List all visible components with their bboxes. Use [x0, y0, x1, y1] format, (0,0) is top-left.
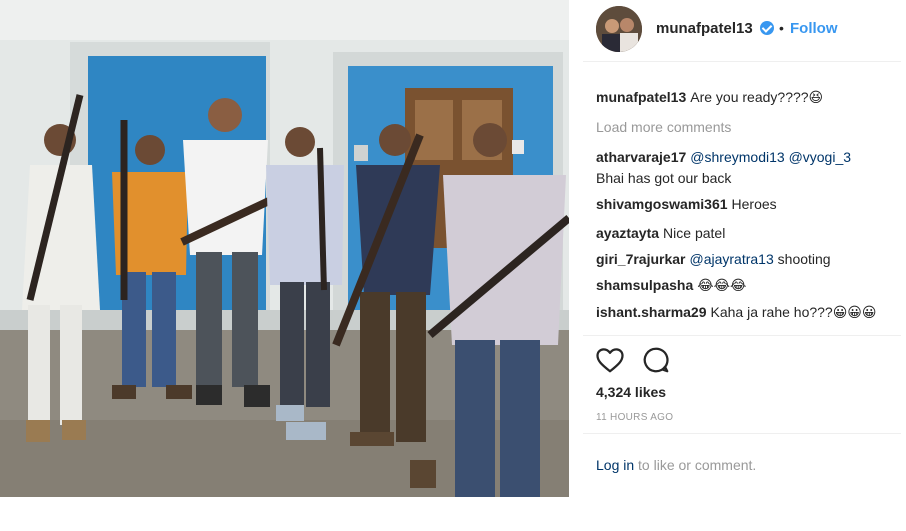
separator-dot: • — [779, 20, 784, 36]
comment-username[interactable]: shivamgoswami361 — [596, 196, 728, 212]
divider — [583, 335, 901, 336]
header-username[interactable]: munafpatel13 — [656, 20, 753, 37]
divider — [583, 433, 901, 434]
comment-text: Kaha ja rahe ho???😀😀😀 — [710, 304, 877, 320]
comment-item: ishant.sharma29 Kaha ja rahe ho???😀😀😀 — [596, 302, 896, 323]
post-timestamp[interactable]: 11 HOURS AGO — [596, 412, 673, 423]
comment-mention[interactable]: @vyogi_3 — [789, 149, 851, 165]
comment-username[interactable]: ishant.sharma29 — [596, 304, 707, 320]
comment-text: Bhai has got our back — [596, 170, 732, 186]
comment-mention[interactable]: @shreymodi13 — [690, 149, 784, 165]
comment-text: shooting — [777, 251, 831, 267]
caption-username[interactable]: munafpatel13 — [596, 89, 686, 105]
comment-text: 😂😂😂 — [697, 277, 747, 293]
caption-text: Are you ready????😆 — [690, 89, 824, 105]
comments-list[interactable]: munafpatel13 Are you ready????😆 Load more… — [583, 63, 901, 335]
caption: munafpatel13 Are you ready????😆 — [596, 87, 896, 108]
login-link[interactable]: Log in — [596, 457, 634, 473]
likes-count[interactable]: 4,324 likes — [596, 384, 666, 400]
comment-item: atharvaraje17 @shreymodi13 @vyogi_3 Bhai … — [596, 147, 896, 189]
login-prompt: Log in to like or comment. — [596, 457, 756, 473]
comment-item: ayaztayta Nice patel — [596, 223, 896, 244]
comment-item: shamsulpasha 😂😂😂 — [596, 275, 896, 296]
follow-button[interactable]: Follow — [790, 20, 838, 37]
comment-item: giri_7rajurkar @ajayratra13 shooting — [596, 249, 896, 270]
post-photo[interactable] — [0, 0, 569, 497]
verified-badge-icon — [760, 21, 774, 35]
post-header: munafpatel13 • Follow — [583, 0, 901, 62]
comment-mention[interactable]: @ajayratra13 — [690, 251, 774, 267]
comment-text: Nice patel — [663, 225, 726, 241]
comment-username[interactable]: ayaztayta — [596, 225, 659, 241]
comment-username[interactable]: atharvaraje17 — [596, 149, 686, 165]
comment-text: Heroes — [731, 196, 777, 212]
photo-scene — [0, 0, 569, 497]
load-more-comments-button[interactable]: Load more comments — [596, 119, 731, 135]
heart-outline-icon[interactable] — [595, 345, 625, 375]
comment-item: shivamgoswami361 Heroes — [596, 194, 896, 215]
comment-username[interactable]: shamsulpasha — [596, 277, 693, 293]
avatar[interactable] — [596, 6, 642, 52]
speech-bubble-icon[interactable] — [641, 345, 671, 375]
post-side-panel: munafpatel13 • Follow munafpatel13 Are yo… — [583, 0, 901, 497]
avatar-image — [596, 6, 642, 52]
login-prompt-text: to like or comment. — [638, 457, 757, 473]
bottom-strip — [0, 497, 906, 531]
comment-username[interactable]: giri_7rajurkar — [596, 251, 686, 267]
